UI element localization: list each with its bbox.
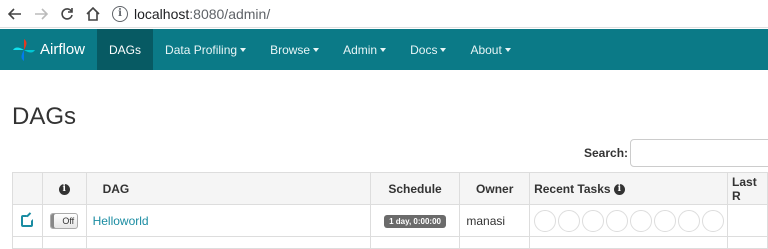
brand-name: Airflow	[40, 41, 86, 58]
dags-table: i DAG Schedule Owner Recent Tasks i Last…	[12, 172, 768, 249]
schedule-cell	[369, 236, 461, 249]
nav-docs[interactable]: Docs	[398, 29, 458, 70]
nav-data-profiling-label: Data Profiling	[165, 42, 238, 57]
page-title: DAGs	[12, 103, 77, 130]
reload-icon[interactable]	[56, 3, 78, 25]
table-row	[12, 236, 768, 249]
nav-docs-label: Docs	[410, 42, 438, 57]
site-info-icon[interactable]: i	[112, 5, 128, 22]
schedule-badge: 1 day, 0:00:00	[384, 215, 446, 228]
back-arrow-icon[interactable]	[4, 3, 26, 25]
search-label: Search:	[584, 146, 629, 160]
caret-down-icon	[240, 47, 247, 52]
info-icon: i	[58, 183, 70, 195]
dag-cell	[85, 236, 371, 249]
edit-icon[interactable]	[21, 215, 34, 228]
schedule-cell: 1 day, 0:00:00	[369, 204, 461, 237]
search-input[interactable]	[630, 139, 768, 167]
url-host: localhost	[134, 5, 190, 22]
nav-about[interactable]: About	[458, 29, 522, 70]
toggle-cell: Off	[41, 204, 87, 237]
header-dag[interactable]: DAG	[85, 172, 371, 205]
header-recent-tasks: Recent Tasks i	[529, 172, 729, 205]
header-edit	[12, 172, 43, 205]
dag-link[interactable]: Helloworld	[93, 214, 149, 228]
nav-dags[interactable]: DAGs	[97, 29, 154, 70]
task-state-circle[interactable]	[654, 209, 677, 232]
task-state-circle[interactable]	[606, 209, 629, 232]
task-state-circle[interactable]	[678, 209, 701, 232]
dag-toggle[interactable]: Off	[50, 212, 79, 229]
task-state-circle[interactable]	[702, 209, 725, 232]
info-icon[interactable]: i	[613, 183, 625, 195]
owner-cell	[459, 236, 531, 249]
task-state-circle[interactable]	[558, 209, 581, 232]
header-info: i	[41, 172, 87, 205]
nav-data-profiling[interactable]: Data Profiling	[153, 29, 258, 70]
nav-browse[interactable]: Browse	[258, 29, 331, 70]
brand-link[interactable]: Airflow	[0, 29, 97, 70]
toggle-cell	[41, 236, 87, 249]
caret-down-icon	[504, 47, 511, 52]
last-run-cell	[727, 236, 768, 249]
nav-browse-label: Browse	[270, 42, 311, 57]
nav-admin-label: Admin	[343, 42, 378, 57]
task-state-circle[interactable]	[582, 209, 605, 232]
table-row: Off Helloworld 1 day, 0:00:00 manasi	[12, 204, 768, 237]
task-state-circle[interactable]	[630, 209, 653, 232]
recent-tasks-label: Recent Tasks	[534, 181, 611, 196]
caret-down-icon	[380, 47, 387, 52]
home-icon[interactable]	[82, 3, 104, 25]
nav-admin[interactable]: Admin	[331, 29, 398, 70]
edit-cell	[12, 236, 43, 249]
header-owner[interactable]: Owner	[459, 172, 531, 205]
table-header-row: i DAG Schedule Owner Recent Tasks i Last…	[12, 172, 768, 205]
top-navbar: Airflow DAGs Data Profiling Browse Admin…	[0, 29, 768, 70]
recent-task-circles	[530, 209, 727, 232]
dag-cell: Helloworld	[85, 204, 371, 237]
nav-about-label: About	[470, 42, 502, 57]
edit-cell	[12, 204, 43, 237]
owner-cell: manasi	[459, 204, 531, 237]
url-path: :8080/admin/	[189, 5, 271, 22]
caret-down-icon	[440, 47, 447, 52]
airflow-logo-icon	[13, 38, 35, 61]
header-schedule[interactable]: Schedule	[369, 172, 461, 205]
recent-tasks-cell	[529, 236, 729, 249]
nav-dags-label: DAGs	[109, 42, 142, 57]
recent-tasks-cell	[529, 204, 729, 237]
caret-down-icon	[313, 47, 320, 52]
address-bar[interactable]: i localhost:8080/admin/	[112, 3, 270, 25]
browser-toolbar: i localhost:8080/admin/	[0, 0, 768, 28]
task-state-circle[interactable]	[534, 209, 557, 232]
header-last-run: Last R	[727, 172, 768, 205]
forward-arrow-icon[interactable]	[30, 3, 52, 25]
last-run-cell	[727, 204, 768, 237]
